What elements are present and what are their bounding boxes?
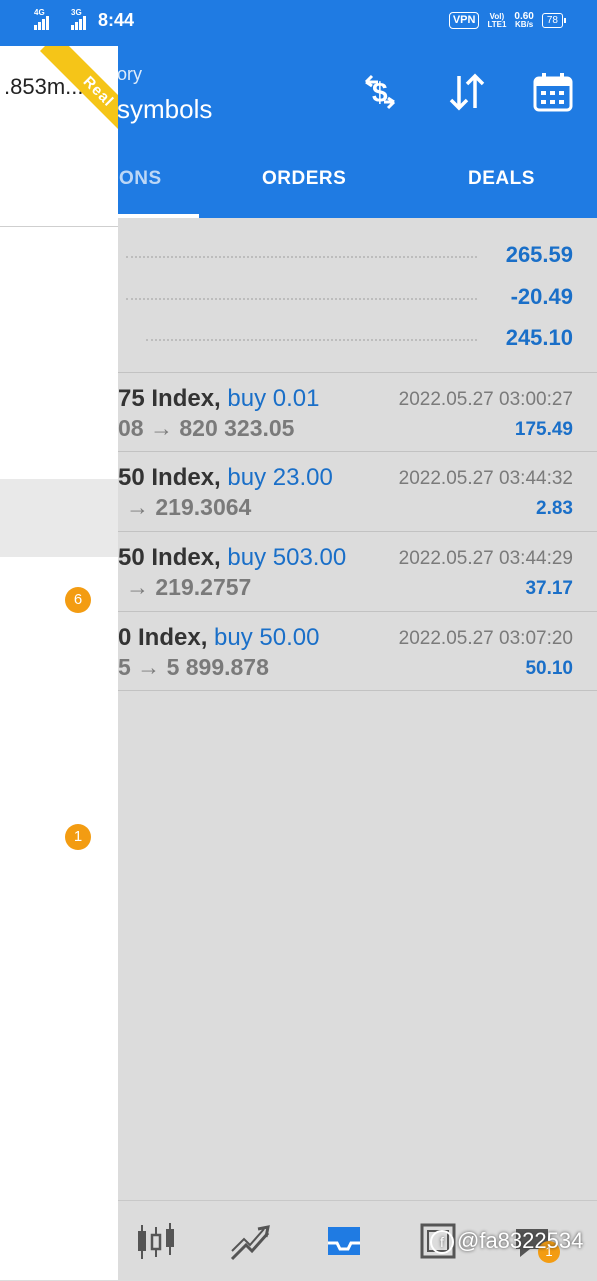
deal-symbol: 50 Index, [118, 464, 221, 491]
lte-label: LTE1 [487, 19, 507, 29]
deal-profit: 2.83 [536, 498, 573, 519]
deal-side: buy 50.00 [214, 624, 320, 651]
drawer-item-selected[interactable] [0, 479, 118, 557]
deal-prices: → 219.3064 [126, 494, 252, 520]
network-type-label-2: 3G [71, 7, 82, 17]
summary-row-balance: 245.10 [118, 317, 597, 357]
facebook-icon: f [430, 1230, 454, 1255]
deal-time: 2022.05.27 03:00:27 [398, 389, 573, 410]
deal-title: 0 Index, buy 50.00 [118, 624, 319, 652]
quotes-icon[interactable] [134, 1219, 178, 1263]
deal-time: 2022.05.27 03:44:29 [398, 548, 573, 569]
trade-icon[interactable] [322, 1219, 366, 1263]
signal-icon: 4G [34, 8, 49, 30]
chart-icon[interactable] [228, 1219, 272, 1263]
summary-row-commission: -20.49 [118, 276, 597, 316]
signal-icon-2: 3G [71, 8, 86, 30]
deal-profit: 175.49 [514, 419, 573, 440]
status-bar: 4G 3G 8:44 VPN Vol) LTE1 0.60 KB/s 78 [0, 0, 597, 46]
summary-value: 265.59 [505, 242, 573, 267]
deal-title: 50 Index, buy 503.00 [118, 544, 346, 572]
notification-badge: 1 [65, 824, 91, 850]
deal-row[interactable]: 0 Index, buy 50.00 2022.05.27 03:07:20 5… [118, 611, 597, 691]
mail-badge: 6 [65, 587, 91, 613]
deal-symbol: 75 Index, [118, 385, 221, 412]
deal-side: buy 23.00 [227, 464, 333, 491]
deal-prices: 08 → 820 323.05 [118, 415, 295, 441]
app-bar-subtitle: ory [117, 64, 143, 84]
deal-time: 2022.05.27 03:07:20 [398, 628, 573, 649]
deal-side: buy 0.01 [227, 385, 320, 412]
tab-indicator [118, 214, 199, 218]
deal-row[interactable]: 50 Index, buy 503.00 2022.05.27 03:44:29… [118, 531, 597, 610]
deal-profit: 50.10 [525, 658, 573, 679]
tab-orders[interactable]: ORDERS [262, 168, 346, 190]
summary-value: -20.49 [510, 284, 573, 309]
deal-prices: 5 → 5 899.878 [118, 654, 269, 680]
deal-profit: 37.17 [525, 578, 573, 599]
deal-title: 75 Index, buy 0.01 [118, 385, 319, 413]
deal-symbol: 0 Index, [118, 624, 208, 651]
network-type-label: 4G [34, 7, 45, 17]
net-speed: 0.60 KB/s [514, 11, 534, 29]
vpn-indicator: VPN [448, 12, 480, 29]
net-speed-unit: KB/s [515, 19, 534, 29]
drawer-divider [0, 226, 118, 227]
sort-icon[interactable] [445, 70, 489, 114]
app-bar-title[interactable]: symbols [117, 94, 212, 125]
summary-value: 245.10 [505, 325, 573, 350]
deal-side: buy 503.00 [227, 544, 347, 571]
deal-prices: → 219.2757 [126, 574, 252, 600]
currency-exchange-icon[interactable]: $ [358, 70, 402, 114]
volte-indicator: Vol) LTE1 [487, 12, 507, 29]
deal-title: 50 Index, buy 23.00 [118, 464, 333, 492]
deal-row[interactable]: 50 Index, buy 23.00 2022.05.27 03:44:32 … [118, 451, 597, 530]
deal-symbol: 50 Index, [118, 544, 221, 571]
summary-row-profit: 265.59 [118, 234, 597, 274]
deal-row[interactable]: 75 Index, buy 0.01 2022.05.27 03:00:27 0… [118, 372, 597, 451]
calendar-icon[interactable] [531, 70, 575, 114]
clock: 8:44 [98, 10, 135, 30]
watermark-text: @fa8322534 [457, 1228, 584, 1253]
deal-time: 2022.05.27 03:44:32 [398, 468, 573, 489]
battery-icon: 78 [541, 13, 567, 28]
tab-deals[interactable]: DEALS [468, 168, 535, 190]
side-drawer: .853m... Real 6 1 [0, 46, 118, 1280]
tab-positions[interactable]: ONS [119, 168, 162, 190]
watermark: f @fa8322534 [430, 1228, 584, 1255]
